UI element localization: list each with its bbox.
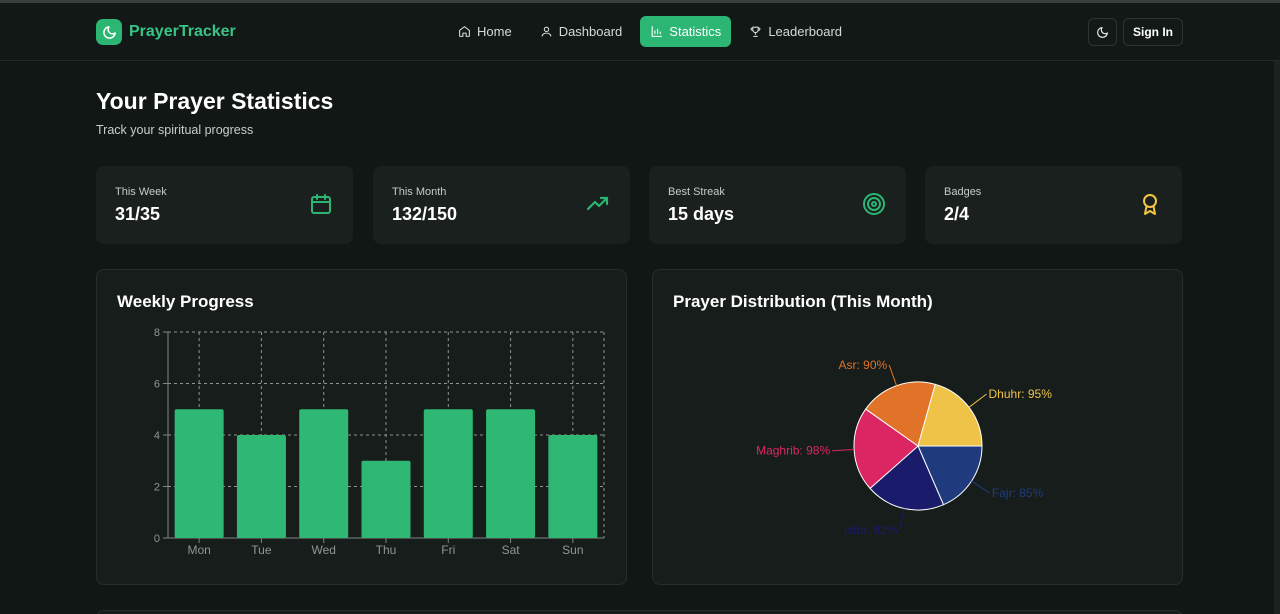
nav-link-dashboard[interactable]: Dashboard [530,16,633,47]
weekly-progress-panel: 0 2 4 6 8 Mon Tue Wed Thu Fri Sat Sun Weekly Progre… [96,269,627,585]
brand-name: PrayerTracker [129,23,236,40]
y-tick-label: 8 [154,327,160,339]
target-icon [863,193,885,215]
pie-label-maghrib: Maghrib: 98% [756,444,830,458]
next-section-panel [96,610,1183,614]
trending-up-icon [586,196,609,211]
stat-value: 15 days [668,204,735,224]
pie-label-line [832,448,855,452]
stat-label: Best Streak [668,186,725,198]
page-title: Your Prayer Statistics [96,88,334,114]
y-tick-label: 2 [154,482,160,494]
stat-card-best-streak: Best Streak 15 days [649,166,906,244]
x-tick-label: Wed [311,543,335,557]
page-subtitle: Track your spiritual progress [96,123,254,137]
prayer-distribution-panel: Fajr: 85% Isha: 92% Maghrib: 98% Asr: 90% Dh… [652,269,1183,585]
x-tick-label: Sat [502,543,521,557]
distribution-pie-chart: Fajr: 85% Isha: 92% Maghrib: 98% Asr: 90% Dh… [756,358,1053,537]
navbar: PrayerTracker Home Dashboard Statistics … [0,3,1280,61]
nav-link-leaderboard[interactable]: Leaderboard [739,16,852,47]
bar-sun [548,435,598,538]
pie-label-isha: Isha: 92% [844,523,898,537]
bar-wed [299,409,349,538]
pie-label-line [968,393,987,408]
prayer-distribution-title: Prayer Distribution (This Month) [673,292,933,311]
brand[interactable]: PrayerTracker [96,19,236,45]
x-tick-label: Tue [251,543,272,557]
bar-mon [174,409,224,538]
stat-card-this-month: This Month 132/150 [373,166,630,244]
y-tick-label: 6 [154,379,160,391]
trophy-icon [750,26,761,37]
nav-link-label: Statistics [669,24,722,39]
x-tick-label: Thu [376,543,397,557]
nav-link-statistics[interactable]: Statistics [640,16,732,47]
page-scrollbar[interactable] [1274,61,1280,614]
stat-label: Badges [944,186,982,198]
pie-label-asr: Asr: 90% [839,358,888,372]
bar-chart-icon [651,26,663,37]
moon-icon [1097,26,1108,38]
theme-toggle-button[interactable] [1088,18,1117,46]
y-tick-label: 0 [154,533,160,545]
stat-card-this-week: This Week 31/35 [96,166,353,244]
stat-card-badges: Badges 2/4 [925,166,1182,244]
stat-value: 2/4 [944,204,970,224]
stat-value: 132/150 [392,204,458,224]
bar-fri [423,409,473,538]
nav-link-home[interactable]: Home [448,16,522,47]
pie-label-line [888,364,898,386]
nav-link-label: Leaderboard [768,24,843,39]
x-tick-label: Fri [441,543,455,557]
header-actions: Sign In [1088,18,1183,46]
pie-label-line [971,480,991,494]
nav-link-label: Home [477,24,512,39]
stat-label: This Week [115,186,167,198]
sign-in-button[interactable]: Sign In [1123,18,1183,46]
stat-value: 31/35 [115,204,161,224]
bar-tue [236,435,286,538]
home-icon [459,26,470,37]
x-tick-label: Mon [187,543,210,557]
nav-link-label: Dashboard [558,24,623,39]
weekly-progress-title: Weekly Progress [117,292,254,311]
y-tick-label: 4 [154,430,160,442]
pie-label-fajr: Fajr: 85% [992,486,1044,500]
user-icon [541,26,552,37]
award-icon [1143,194,1157,215]
moon-logo-icon [96,19,122,45]
stat-label: This Month [392,186,447,198]
bar-sat [486,409,536,538]
x-tick-label: Sun [562,543,583,557]
pie-label-dhuhr: Dhuhr: 95% [989,387,1053,401]
bar-thu [361,460,411,538]
weekly-bar-chart: 0 2 4 6 8 Mon Tue Wed Thu Fri Sat Sun [154,327,605,557]
nav-links: Home Dashboard Statistics Leaderboard [448,16,852,47]
pie-label-line [898,508,905,531]
calendar-icon [311,194,331,214]
